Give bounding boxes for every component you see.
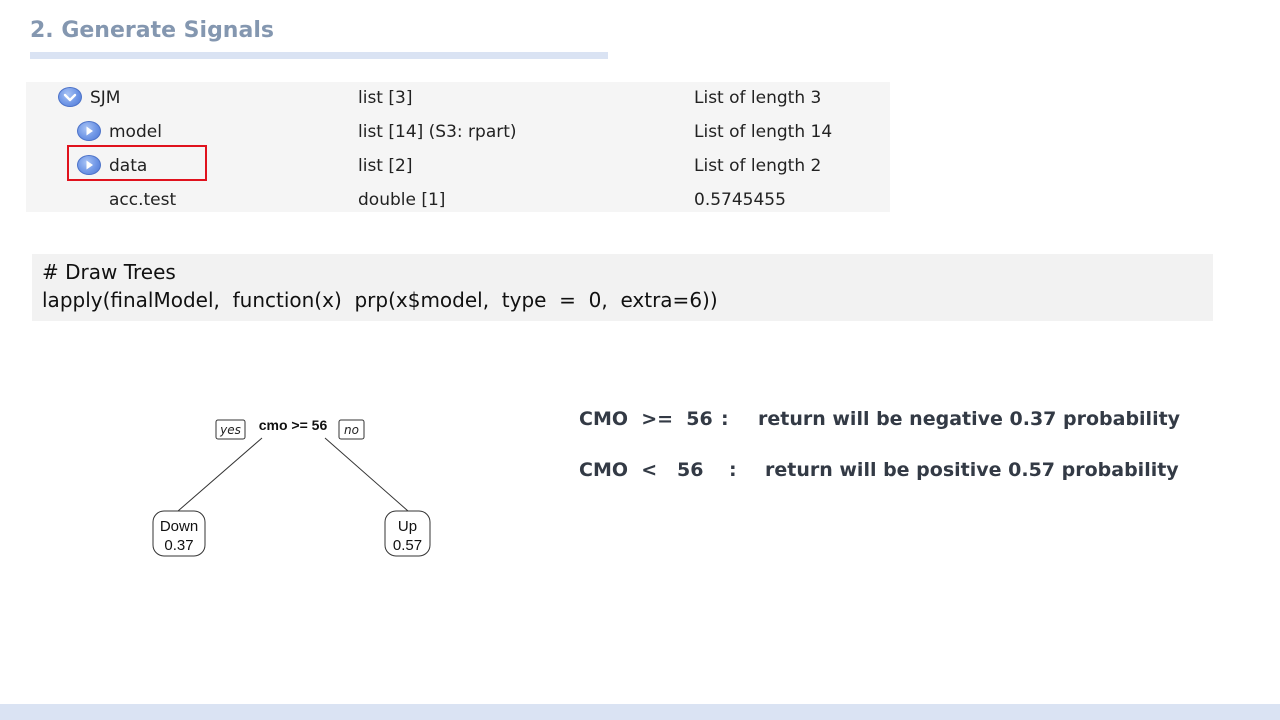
leaf-down-class: Down xyxy=(160,518,198,535)
env-value: List of length 3 xyxy=(694,88,822,108)
chevron-down-circle-icon[interactable] xyxy=(58,87,82,107)
root-split-label: cmo >= 56 xyxy=(259,417,328,433)
yes-label: yes xyxy=(219,423,241,437)
env-value: 0.5745455 xyxy=(694,190,786,210)
env-name: model xyxy=(109,122,162,142)
env-row-acc-test[interactable]: acc.test double [1] 0.5745455 xyxy=(26,184,890,218)
rule-2-separator: : xyxy=(729,459,737,481)
env-type: double [1] xyxy=(358,190,446,210)
rule-1-separator: : xyxy=(721,408,729,430)
tree-edge-left xyxy=(177,437,263,512)
env-value: List of length 2 xyxy=(694,156,822,176)
decision-tree: yes cmo >= 56 no Down 0.37 Up 0.57 xyxy=(152,417,431,557)
play-circle-icon[interactable] xyxy=(77,121,101,141)
env-name: acc.test xyxy=(109,190,177,210)
rule-2-condition: CMO < 56 xyxy=(579,459,704,481)
env-name: SJM xyxy=(90,88,121,108)
rule-2-text: return will be positive 0.57 probability xyxy=(765,459,1179,481)
env-row-sjm[interactable]: SJM list [3] List of length 3 xyxy=(26,82,890,116)
env-type: list [3] xyxy=(358,88,413,108)
rule-1-text: return will be negative 0.37 probability xyxy=(758,408,1181,430)
env-type: list [2] xyxy=(358,156,413,176)
env-type: list [14] (S3: rpart) xyxy=(358,122,517,142)
code-statement: lapply(finalModel, function(x) prp(x$mod… xyxy=(42,288,718,312)
leaf-up-class: Up xyxy=(398,518,417,535)
title-underline xyxy=(30,52,608,59)
rule-1-condition: CMO >= 56 xyxy=(579,408,713,430)
slide-title: 2. Generate Signals xyxy=(30,18,274,43)
tree-edge-right xyxy=(324,437,409,512)
code-comment: # Draw Trees xyxy=(42,260,176,284)
env-value: List of length 14 xyxy=(694,122,833,142)
leaf-down-prob: 0.37 xyxy=(164,537,193,554)
code-block: # Draw Trees lapply(finalModel, function… xyxy=(32,254,1213,321)
leaf-up-prob: 0.57 xyxy=(393,537,422,554)
bottom-bar xyxy=(0,704,1280,720)
no-label: no xyxy=(344,423,359,437)
highlight-box xyxy=(67,145,207,181)
